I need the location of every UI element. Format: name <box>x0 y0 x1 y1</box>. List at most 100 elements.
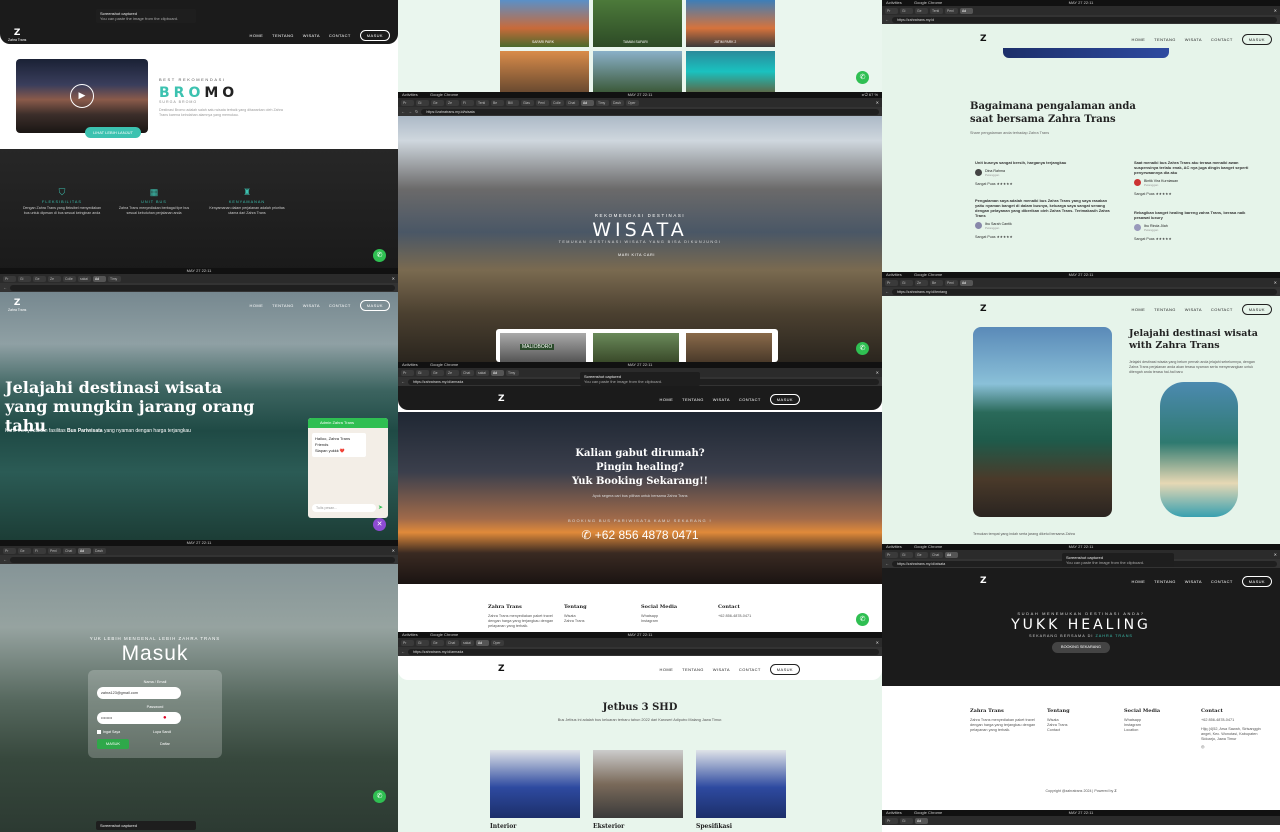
footer-link[interactable]: Location <box>1124 728 1160 733</box>
url-field[interactable] <box>10 556 395 563</box>
nav-tentang[interactable]: TENTANG <box>272 33 294 38</box>
tab[interactable]: sakai <box>78 275 91 282</box>
tab[interactable]: Gi <box>900 817 913 824</box>
nav-home[interactable]: HOME <box>1132 579 1146 584</box>
nav-home[interactable]: HOME <box>1132 37 1146 42</box>
nav-tentang[interactable]: TENTANG <box>682 667 704 672</box>
remember-checkbox[interactable] <box>97 730 101 734</box>
tab[interactable]: Gi <box>900 7 913 14</box>
bromo-video[interactable]: ▶ <box>16 59 148 133</box>
back-icon[interactable]: ← <box>401 379 405 384</box>
masuk-button[interactable]: MASUK <box>359 29 390 41</box>
thumb[interactable] <box>593 333 679 362</box>
url-field[interactable]: https://zahratrans.my.id/wisata <box>421 108 879 115</box>
brand-logo[interactable]: Z <box>498 664 505 674</box>
tab[interactable]: Chat <box>63 547 76 554</box>
masuk-button[interactable]: MASUK <box>1241 303 1272 315</box>
tab[interactable]: Pr <box>885 551 898 558</box>
tab[interactable]: Pr <box>885 817 898 824</box>
lihat-lebih-button[interactable]: LIHAT LEBIH LANJUT <box>85 127 141 138</box>
nav-home[interactable]: HOME <box>1132 307 1146 312</box>
tile[interactable] <box>686 51 775 92</box>
bus-photo[interactable] <box>696 750 786 818</box>
brand-logo[interactable]: Z Zahra Trans <box>8 298 26 312</box>
nav-home[interactable]: HOME <box>250 33 264 38</box>
back-icon[interactable]: ← <box>3 557 7 562</box>
phone-link[interactable]: ✆ +62 856 4878 0471 <box>398 528 882 542</box>
url-field[interactable] <box>10 284 395 291</box>
instagram-icon[interactable]: ◎ <box>1201 745 1269 750</box>
tab[interactable]: Fi <box>461 99 474 106</box>
tab[interactable]: Gi <box>900 279 913 286</box>
tab[interactable]: sakai <box>476 369 489 376</box>
whatsapp-icon[interactable]: ✆ <box>856 342 869 355</box>
tab[interactable]: Bill <box>506 99 519 106</box>
tab[interactable]: Pr <box>401 369 414 376</box>
masuk-button[interactable]: MASUK <box>769 393 800 405</box>
back-icon[interactable]: ← <box>3 285 7 290</box>
tile[interactable] <box>593 51 682 92</box>
tile[interactable] <box>500 51 589 92</box>
email-field[interactable]: zahra123@gmail.com <box>97 687 181 699</box>
nav-wisata[interactable]: WISATA <box>713 667 730 672</box>
brand-logo[interactable]: Z Zahra Trans <box>8 28 26 42</box>
tab[interactable]: Penl <box>536 99 549 106</box>
close-icon[interactable]: ✕ <box>1274 280 1280 285</box>
tab[interactable]: Ge <box>431 369 444 376</box>
tab[interactable]: Timy <box>596 99 609 106</box>
nav-tentang[interactable]: TENTANG <box>1154 579 1176 584</box>
tab[interactable]: Be <box>491 99 504 106</box>
nav-contact[interactable]: CONTACT <box>1211 37 1233 42</box>
tab[interactable]: Dash <box>611 99 624 106</box>
nav-tentang[interactable]: TENTANG <box>1154 37 1176 42</box>
nav-contact[interactable]: CONTACT <box>329 303 351 308</box>
nav-wisata[interactable]: WISATA <box>303 303 320 308</box>
tab[interactable]: Penl <box>48 547 61 554</box>
nav-tentang[interactable]: TENTANG <box>1154 307 1176 312</box>
password-field[interactable]: •••••••• <box>97 712 181 724</box>
footer-link[interactable]: Zahra Trans <box>564 619 587 624</box>
bus-photo[interactable] <box>490 750 580 818</box>
chat-close-button[interactable]: ✕ <box>373 518 386 531</box>
tab[interactable]: Ze <box>915 279 928 286</box>
nav-contact[interactable]: CONTACT <box>1211 307 1233 312</box>
masuk-button[interactable]: MASUK <box>359 299 390 311</box>
close-icon[interactable]: ✕ <box>1274 8 1280 13</box>
nav-home[interactable]: HOME <box>660 667 674 672</box>
whatsapp-icon[interactable]: ✆ <box>373 249 386 262</box>
tab[interactable]: Chat <box>446 639 459 646</box>
tab[interactable]: Chat <box>461 369 474 376</box>
brand-logo[interactable]: Z <box>980 576 987 586</box>
back-icon[interactable]: ← <box>401 649 405 654</box>
back-icon[interactable]: ← <box>885 17 889 22</box>
tile[interactable]: SAFARI PARK <box>500 0 589 47</box>
forward-icon[interactable]: → <box>408 109 412 114</box>
mari-cari-button[interactable]: MARI KITA CARI <box>618 253 655 257</box>
tab[interactable]: Penl <box>945 7 958 14</box>
register-link[interactable]: Daftar <box>160 742 170 746</box>
back-icon[interactable]: ← <box>401 109 405 114</box>
tab[interactable]: Ge <box>431 639 444 646</box>
nav-home[interactable]: HOME <box>660 397 674 402</box>
tab[interactable]: Ze <box>48 275 61 282</box>
tab[interactable]: Dash <box>93 547 106 554</box>
tab-active[interactable]: Ad <box>491 369 504 376</box>
tab[interactable]: Oper <box>491 639 504 646</box>
brand-logo[interactable]: Z <box>980 34 987 44</box>
tab-active[interactable]: Ad <box>78 547 91 554</box>
tab[interactable]: Be <box>930 279 943 286</box>
tab[interactable]: Chat <box>930 551 943 558</box>
tab[interactable]: Ze <box>446 99 459 106</box>
tab[interactable]: Oper <box>626 99 639 106</box>
tab[interactable]: Gi <box>416 639 429 646</box>
tab[interactable]: Timy <box>108 275 121 282</box>
tab-active[interactable]: Ad <box>581 99 594 106</box>
tab-active[interactable]: Ad <box>960 279 973 286</box>
thumb[interactable]: MALIOBORO <box>500 333 586 362</box>
footer-link[interactable]: Instagram <box>641 619 677 624</box>
masuk-button[interactable]: MASUK <box>1241 575 1272 587</box>
back-icon[interactable]: ← <box>885 289 889 294</box>
send-icon[interactable]: ➤ <box>378 504 383 511</box>
tab[interactable]: Ge <box>18 547 31 554</box>
whatsapp-icon[interactable]: ✆ <box>856 613 869 626</box>
